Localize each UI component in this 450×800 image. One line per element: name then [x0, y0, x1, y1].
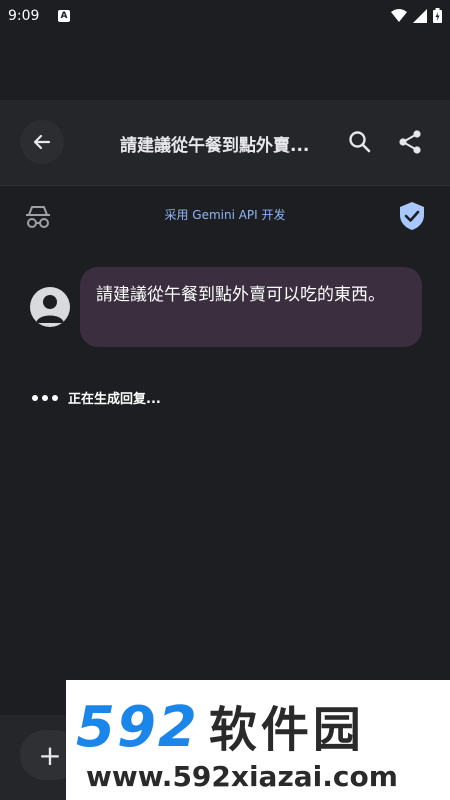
- watermark: 592 软件园 www.592xiazai.com: [66, 680, 450, 800]
- signal-icon: [413, 8, 427, 23]
- status-bar: 9:09 A: [0, 0, 450, 32]
- generating-indicator: 正在生成回复...: [32, 388, 161, 407]
- system-icons: [391, 8, 442, 23]
- generating-text: 正在生成回复...: [68, 392, 161, 407]
- plus-icon: +: [38, 738, 62, 772]
- loading-dots-icon: [32, 394, 58, 401]
- watermark-logo: 592 软件园: [76, 690, 365, 760]
- notification-badge: A: [60, 11, 68, 21]
- page-title: 請建議從午餐到點外賣...: [120, 136, 310, 156]
- watermark-brand: 软件园: [208, 702, 365, 758]
- wifi-icon: [391, 8, 407, 22]
- search-button[interactable]: [346, 128, 374, 156]
- status-time: 9:09: [8, 8, 40, 24]
- user-message-bubble[interactable]: 請建議從午餐到點外賣可以吃的東西。: [80, 267, 422, 347]
- shield-check-icon[interactable]: [398, 201, 426, 231]
- watermark-url: www.592xiazai.com: [86, 760, 398, 793]
- watermark-number: 592: [76, 695, 199, 760]
- search-icon: [349, 131, 371, 153]
- back-button[interactable]: [20, 120, 64, 164]
- user-avatar-icon: [30, 287, 70, 327]
- notification-icon: A: [58, 10, 70, 22]
- arrow-left-icon: [33, 134, 51, 150]
- share-icon: [399, 130, 421, 154]
- share-button[interactable]: [396, 128, 424, 156]
- battery-icon: [433, 8, 442, 23]
- powered-by-text: 采用 Gemini API 开发: [164, 208, 286, 222]
